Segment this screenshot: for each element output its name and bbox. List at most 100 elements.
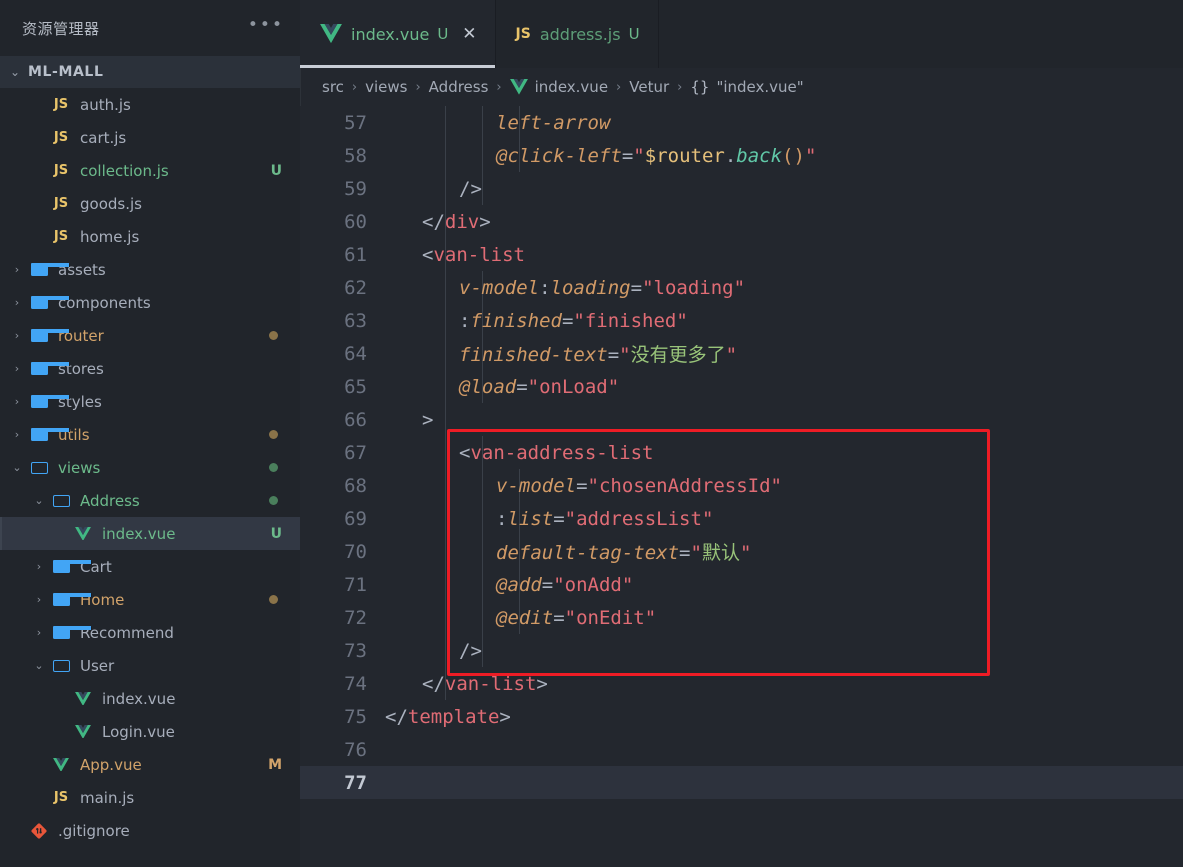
breadcrumb-segment[interactable]: Vetur: [629, 78, 669, 96]
code-line[interactable]: 72 @edit="onEdit": [300, 601, 1183, 634]
code-token: =: [630, 276, 643, 299]
chevron-right-icon[interactable]: ›: [8, 396, 26, 407]
code-line[interactable]: 58 @click-left="$router.back()": [300, 139, 1183, 172]
chevron-down-icon[interactable]: ⌄: [8, 462, 26, 473]
chevron-right-icon[interactable]: ›: [8, 330, 26, 341]
chevron-down-icon[interactable]: ⌄: [30, 495, 48, 506]
chevron-right-icon[interactable]: ›: [8, 429, 26, 440]
breadcrumb-segment[interactable]: views: [365, 78, 407, 96]
code-line[interactable]: 76: [300, 733, 1183, 766]
code-lines[interactable]: 57 left-arrow 58 @click-left="$router.back(…: [300, 106, 1183, 799]
tree-item-index-vue[interactable]: › index.vue: [0, 682, 300, 715]
folder-open-icon: [30, 461, 48, 474]
tree-item-router[interactable]: › router: [0, 319, 300, 352]
file-tree[interactable]: › JS auth.js › JS cart.js › JS collection.js U › JS…: [0, 88, 300, 867]
close-icon[interactable]: ✕: [462, 25, 476, 43]
code-token: :: [539, 276, 551, 299]
editor-area: index.vue U ✕ JS address.js U src › views › Addre…: [300, 0, 1183, 867]
breadcrumb-segment[interactable]: src: [322, 78, 344, 96]
chevron-right-icon[interactable]: ›: [8, 363, 26, 374]
tree-item-stores[interactable]: › stores: [0, 352, 300, 385]
vue-icon: [509, 79, 528, 95]
code-line[interactable]: 62 v-model:loading="loading": [300, 271, 1183, 304]
code-line[interactable]: 68 v-model="chosenAddressId": [300, 469, 1183, 502]
breadcrumb-segment[interactable]: index.vue: [535, 78, 608, 96]
code-token: =: [607, 344, 620, 366]
tree-item-label: components: [58, 293, 151, 312]
code-token: ": [619, 344, 631, 366]
tree-item-index-vue[interactable]: › index.vueU: [0, 517, 300, 550]
chevron-down-icon[interactable]: ⌄: [30, 660, 48, 671]
vue-icon: [320, 24, 342, 44]
tree-item-recommend[interactable]: › Recommend: [0, 616, 300, 649]
tree-item-label: goods.js: [80, 194, 142, 213]
line-number: 73: [344, 639, 367, 662]
tree-item-user[interactable]: ⌄ User: [0, 649, 300, 682]
breadcrumb-segment[interactable]: Address: [429, 78, 489, 96]
code-line[interactable]: 65 @load="onLoad": [300, 370, 1183, 403]
chevron-right-icon[interactable]: ›: [30, 594, 48, 605]
code-token: <: [459, 441, 471, 464]
git-status-dot: [269, 430, 278, 439]
git-icon: [26, 822, 52, 839]
chevron-right-icon[interactable]: ›: [8, 264, 26, 275]
code-line[interactable]: 59 />: [300, 172, 1183, 205]
vue-icon: [48, 757, 74, 772]
line-number: 57: [344, 111, 367, 134]
line-number: 77: [344, 771, 367, 794]
code-token: =: [553, 606, 565, 629]
code-line[interactable]: 64 finished-text="没有更多了": [300, 337, 1183, 370]
tree-item-main-js[interactable]: ›JSmain.js: [0, 781, 300, 814]
tree-item-assets[interactable]: › assets: [0, 253, 300, 286]
vue-icon: [70, 724, 96, 739]
tree-item-home[interactable]: › Home: [0, 583, 300, 616]
code-line[interactable]: 71 @add="onAdd": [300, 568, 1183, 601]
tree-item-label: App.vue: [80, 755, 142, 774]
tree-item-login-vue[interactable]: › Login.vue: [0, 715, 300, 748]
editor-tab-address-js[interactable]: JS address.js U: [495, 0, 659, 68]
tree-item-app-vue[interactable]: › App.vueM: [0, 748, 300, 781]
tree-item-address[interactable]: ⌄ Address: [0, 484, 300, 517]
breadcrumb[interactable]: src › views › Address › index.vue › Vetur › {} "in…: [300, 68, 1183, 106]
code-editor[interactable]: 57 left-arrow 58 @click-left="$router.back(…: [300, 106, 1183, 867]
tree-item-label: Recommend: [80, 623, 174, 642]
code-line[interactable]: 75 </template>: [300, 700, 1183, 733]
code-line[interactable]: 70 default-tag-text="默认": [300, 535, 1183, 568]
code-line[interactable]: 60 </div>: [300, 205, 1183, 238]
code-line[interactable]: 69:list="addressList": [300, 502, 1183, 535]
code-line[interactable]: 57 left-arrow: [300, 106, 1183, 139]
line-number: 62: [344, 276, 367, 299]
tree-item-views[interactable]: ⌄ views: [0, 451, 300, 484]
workspace-root-row[interactable]: ⌄ ML-MALL: [0, 56, 300, 88]
tree-item--gitignore[interactable]: › .gitignore: [0, 814, 300, 847]
tree-item-home-js[interactable]: ›JShome.js: [0, 220, 300, 253]
tree-item-collection-js[interactable]: ›JScollection.jsU: [0, 154, 300, 187]
chevron-right-icon[interactable]: ›: [8, 297, 26, 308]
code-token: =: [516, 375, 528, 398]
tree-item-goods-js[interactable]: ›JSgoods.js: [0, 187, 300, 220]
tree-item-components[interactable]: › components: [0, 286, 300, 319]
tree-item-cart-js[interactable]: ›JScart.js: [0, 121, 300, 154]
editor-tab-index-vue[interactable]: index.vue U ✕: [300, 0, 496, 68]
code-text: @edit="onEdit": [385, 607, 656, 629]
code-line[interactable]: 63:finished="finished": [300, 304, 1183, 337]
breadcrumb-segment[interactable]: "index.vue": [716, 78, 803, 96]
editor-tab-status: U: [628, 25, 640, 43]
code-line[interactable]: 74 </van-list>: [300, 667, 1183, 700]
code-text: finished-text="没有更多了": [385, 340, 737, 367]
chevron-right-icon[interactable]: ›: [30, 561, 48, 572]
breadcrumb-separator: ›: [677, 79, 683, 95]
tree-item-cart[interactable]: › Cart: [0, 550, 300, 583]
ellipsis-icon[interactable]: •••: [248, 17, 284, 36]
chevron-right-icon[interactable]: ›: [30, 627, 48, 638]
code-line[interactable]: 61 <van-list: [300, 238, 1183, 271]
folder-icon: [52, 626, 92, 639]
code-line[interactable]: 77: [300, 766, 1183, 799]
tree-item-styles[interactable]: › styles: [0, 385, 300, 418]
code-line[interactable]: 67 <van-address-list: [300, 436, 1183, 469]
tree-item-auth-js[interactable]: ›JSauth.js: [0, 88, 300, 121]
tree-item-utils[interactable]: › utils: [0, 418, 300, 451]
code-line[interactable]: 73 />: [300, 634, 1183, 667]
editor-tab-bar[interactable]: index.vue U ✕ JS address.js U: [300, 0, 1183, 68]
code-line[interactable]: 66 >: [300, 403, 1183, 436]
